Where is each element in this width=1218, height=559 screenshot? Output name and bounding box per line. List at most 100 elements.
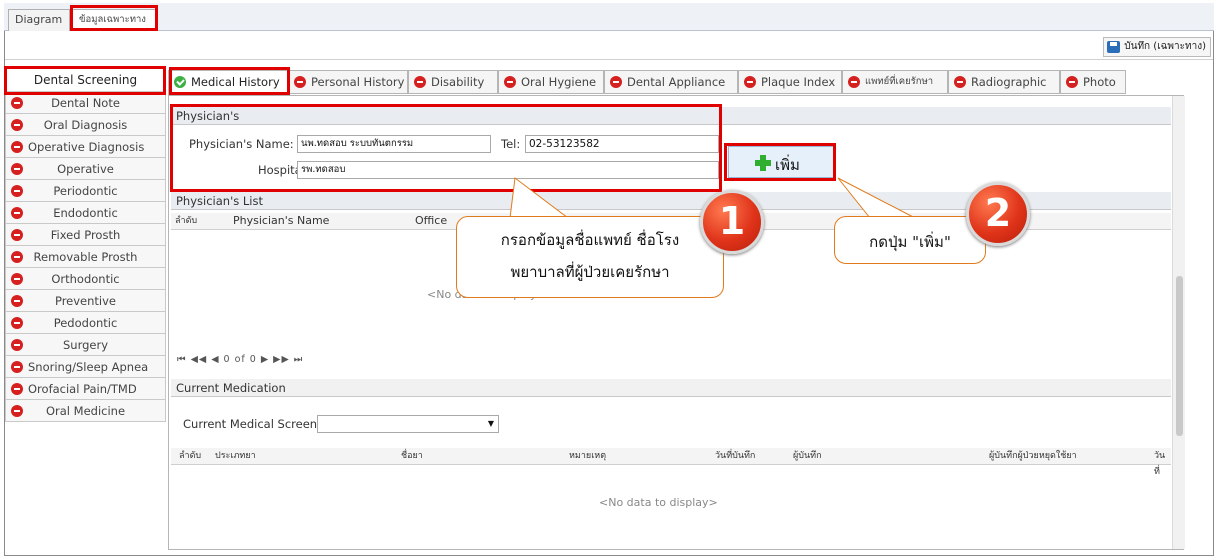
sidebar-item[interactable]: Dental Note xyxy=(5,92,166,114)
tel-input[interactable]: 02-53123582 xyxy=(525,135,719,153)
top-tab-bar: Diagram ข้อมูลเฉพาะทาง xyxy=(4,3,1214,31)
remove-icon xyxy=(11,273,23,285)
remove-icon xyxy=(11,405,23,417)
tab-radiographic[interactable]: Radiographic xyxy=(948,70,1060,94)
save-button[interactable]: บันทึก (เฉพาะทาง) xyxy=(1103,37,1211,57)
sidebar-item[interactable]: Surgery xyxy=(5,334,166,356)
tab-oral-hygiene[interactable]: Oral Hygiene xyxy=(498,70,604,94)
remove-icon xyxy=(414,76,426,88)
sidebar-item-label: Orthodontic xyxy=(51,272,120,286)
sidebar-item-label: Operative Diagnosis xyxy=(28,140,145,154)
physician-group-header: Physician's xyxy=(171,107,1171,125)
tab-specialty-info[interactable]: ข้อมูลเฉพาะทาง xyxy=(72,9,158,31)
remove-icon xyxy=(11,339,23,351)
tab-label: Personal History xyxy=(311,75,405,89)
remove-icon xyxy=(11,317,23,329)
sidebar-item[interactable]: Oral Diagnosis xyxy=(5,114,166,136)
tab-label: Radiographic xyxy=(971,75,1047,89)
sidebar-item[interactable]: Removable Prosth xyxy=(5,246,166,268)
remove-icon xyxy=(11,207,23,219)
remove-icon xyxy=(11,185,23,197)
remove-icon xyxy=(744,76,756,88)
chevron-down-icon: ▼ xyxy=(487,419,494,428)
tab-label: Photo xyxy=(1083,75,1116,89)
sidebar-item[interactable]: Oral Medicine xyxy=(5,400,166,422)
col-date[interactable]: วันที่ xyxy=(1154,448,1171,480)
remove-icon xyxy=(610,76,622,88)
sidebar-item[interactable]: Operative xyxy=(5,158,166,180)
record-navigator[interactable]: ⏮ ◀◀ ◀ 0 of 0 ▶ ▶▶ ⏭ xyxy=(177,354,303,365)
callout-1: กรอกข้อมูลชื่อแพทย์ ชื่อโรง พยาบาลที่ผู้… xyxy=(456,216,724,298)
sidebar-item[interactable]: Snoring/Sleep Apnea xyxy=(5,356,166,378)
tab-plaque-index[interactable]: Plaque Index xyxy=(738,70,842,94)
section-tab-bar: Medical History Personal History Disabil… xyxy=(168,70,1184,96)
sidebar-item-label: Operative xyxy=(57,162,114,176)
sidebar-item[interactable]: Operative Diagnosis xyxy=(5,136,166,158)
remove-icon xyxy=(11,97,23,109)
sidebar-item-label: Oral Diagnosis xyxy=(43,118,128,132)
col-drug-name[interactable]: ชื่อยา xyxy=(401,448,423,464)
sidebar-item-label: Preventive xyxy=(54,294,117,308)
tab-label: Plaque Index xyxy=(761,75,836,89)
callout-2-text: กดปุ่ม "เพิ่ม" xyxy=(869,233,951,251)
current-medical-screen-select[interactable]: ▼ xyxy=(317,415,499,433)
sidebar-item[interactable]: Pedodontic xyxy=(5,312,166,334)
tab-label: Dental Appliance xyxy=(627,75,726,89)
sidebar-item[interactable]: Orofacial Pain/TMD xyxy=(5,378,166,400)
step-2-badge: 2 xyxy=(966,182,1030,246)
add-button-label: เพิ่ม xyxy=(775,156,800,174)
remove-icon xyxy=(11,295,23,307)
col-drug-type[interactable]: ประเภทยา xyxy=(215,448,256,464)
col-order[interactable]: ลำดับ xyxy=(179,448,201,464)
remove-icon xyxy=(11,163,23,175)
tel-label: Tel: xyxy=(501,137,521,151)
sidebar-item-label: Dental Note xyxy=(51,96,120,110)
toolbar: บันทึก (เฉพาะทาง) xyxy=(5,32,1213,60)
col-recorder[interactable]: ผู้บันทึก xyxy=(793,448,822,464)
vertical-scrollbar[interactable] xyxy=(1172,96,1185,549)
tab-personal-history[interactable]: Personal History xyxy=(288,70,408,94)
sidebar-item[interactable]: Preventive xyxy=(5,290,166,312)
callout-2: กดปุ่ม "เพิ่ม" xyxy=(834,216,986,264)
tab-label: Oral Hygiene xyxy=(521,75,597,89)
remove-icon xyxy=(11,119,23,131)
current-medication-header: Current Medication xyxy=(171,379,1171,397)
add-button[interactable]: เพิ่ม xyxy=(728,146,834,178)
tab-medical-history[interactable]: Medical History xyxy=(168,70,288,96)
scroll-thumb[interactable] xyxy=(1176,276,1183,436)
remove-icon xyxy=(294,76,306,88)
physician-name-input[interactable]: นพ.ทดสอบ ระบบทันตกรรม xyxy=(297,135,491,153)
remove-icon xyxy=(11,229,23,241)
medical-history-panel: Physician's Physician's Name: นพ.ทดสอบ ร… xyxy=(168,95,1185,550)
plus-icon xyxy=(755,155,771,171)
tab-diagram[interactable]: Diagram xyxy=(8,9,70,31)
remove-icon xyxy=(848,76,860,88)
current-medical-screen-label: Current Medical Screen xyxy=(183,417,318,431)
sidebar-item-dental-screening[interactable]: Dental Screening xyxy=(5,66,166,92)
tab-previous-doctors[interactable]: แพทย์ที่เคยรักษา xyxy=(842,70,948,94)
sidebar-item[interactable]: Periodontic xyxy=(5,180,166,202)
medication-empty: <No data to display> xyxy=(599,496,718,509)
sidebar-item[interactable]: Fixed Prosth xyxy=(5,224,166,246)
col-note[interactable]: หมายเหตุ xyxy=(569,448,606,464)
tab-photo[interactable]: Photo xyxy=(1060,70,1126,94)
remove-icon xyxy=(504,76,516,88)
tab-disability[interactable]: Disability xyxy=(408,70,498,94)
tab-dental-appliance[interactable]: Dental Appliance xyxy=(604,70,738,94)
callout-1-line1: กรอกข้อมูลชื่อแพทย์ ชื่อโรง xyxy=(500,231,680,249)
col-physician-name[interactable]: Physician's Name xyxy=(233,213,329,229)
sidebar-item-label: Endodontic xyxy=(53,206,118,220)
col-order[interactable]: ลำดับ xyxy=(175,213,197,229)
sidebar-item-label: Orofacial Pain/TMD xyxy=(28,382,137,396)
sidebar-item-label: Removable Prosth xyxy=(33,250,138,264)
sidebar-item-label: Snoring/Sleep Apnea xyxy=(28,360,149,374)
sidebar-item[interactable]: Orthodontic xyxy=(5,268,166,290)
sidebar-item[interactable]: Endodontic xyxy=(5,202,166,224)
col-stop-recorder[interactable]: ผู้บันทึกผู้ป่วยหยุดใช้ยา xyxy=(989,448,1077,464)
remove-icon xyxy=(11,141,23,153)
col-record-date[interactable]: วันที่บันทึก xyxy=(715,448,755,464)
tab-label: แพทย์ที่เคยรักษา xyxy=(865,76,934,87)
sidebar-item-label: Surgery xyxy=(62,338,109,352)
sidebar-item-label: Fixed Prosth xyxy=(50,228,121,242)
sidebar-item-label: Periodontic xyxy=(53,184,118,198)
